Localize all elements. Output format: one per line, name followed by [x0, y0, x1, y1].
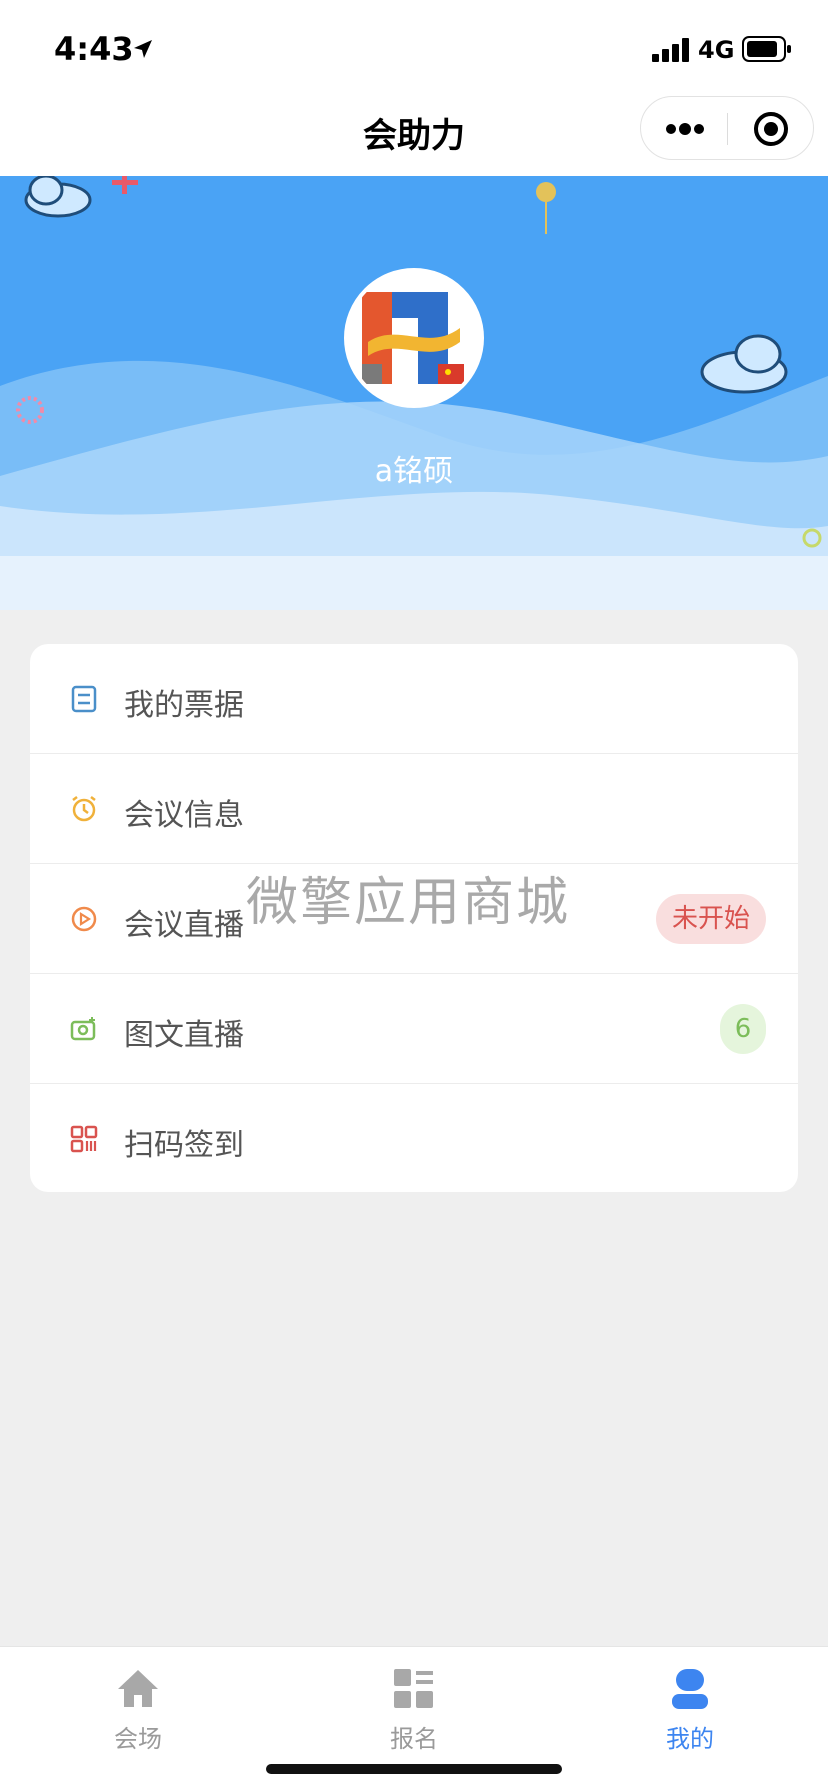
user-icon [672, 1669, 708, 1709]
alarm-clock-icon [72, 796, 96, 822]
status-badge: 未开始 [655, 894, 766, 944]
capsule-divider [727, 113, 728, 145]
qr-code-icon [70, 1125, 98, 1153]
menu-item-tickets[interactable]: 我的票据 [30, 644, 798, 754]
signal-icon [652, 38, 689, 62]
network-type: 4G [698, 36, 735, 64]
menu-item-meeting-info[interactable]: 会议信息 [30, 754, 798, 864]
avatar[interactable] [344, 268, 484, 408]
tab-label: 会场 [114, 1725, 162, 1753]
ticket-icon [71, 685, 97, 713]
grid-list-icon [394, 1669, 433, 1708]
menu-item-label: 我的票据 [124, 688, 244, 723]
tab-label: 我的 [666, 1725, 714, 1753]
battery-icon [742, 36, 791, 62]
play-circle-icon [71, 906, 97, 932]
menu-item-label: 图文直播 [124, 1018, 244, 1053]
count-badge: 6 [720, 1004, 766, 1054]
nav-bar: 会助力 [0, 96, 828, 176]
camera-icon [70, 1017, 96, 1041]
mini-program-capsule [640, 96, 814, 160]
menu-item-label: 会议信息 [124, 798, 244, 833]
home-indicator [266, 1764, 562, 1774]
tab-register[interactable]: 报名 [276, 1647, 552, 1767]
menu-item-photo-live[interactable]: 图文直播 6 [30, 974, 798, 1084]
watermark-text: 微擎应用商城 [246, 873, 571, 933]
menu-item-scan-checkin[interactable]: 扫码签到 [30, 1084, 798, 1192]
menu-item-label: 扫码签到 [124, 1128, 244, 1163]
profile-banner: a铭硕 [0, 176, 828, 610]
avatar-logo [362, 292, 464, 384]
status-time: 4:43 [54, 30, 134, 68]
more-icon[interactable] [665, 119, 705, 139]
location-arrow-icon [134, 40, 152, 58]
menu-item-label: 会议直播 [124, 908, 244, 943]
tab-venue[interactable]: 会场 [0, 1647, 276, 1767]
tab-mine[interactable]: 我的 [552, 1647, 828, 1767]
status-bar: 4:43 4G [0, 0, 828, 96]
home-icon [118, 1670, 158, 1707]
close-mini-program-icon[interactable] [751, 109, 791, 149]
tab-label: 报名 [390, 1725, 438, 1753]
username: a铭硕 [374, 454, 454, 489]
